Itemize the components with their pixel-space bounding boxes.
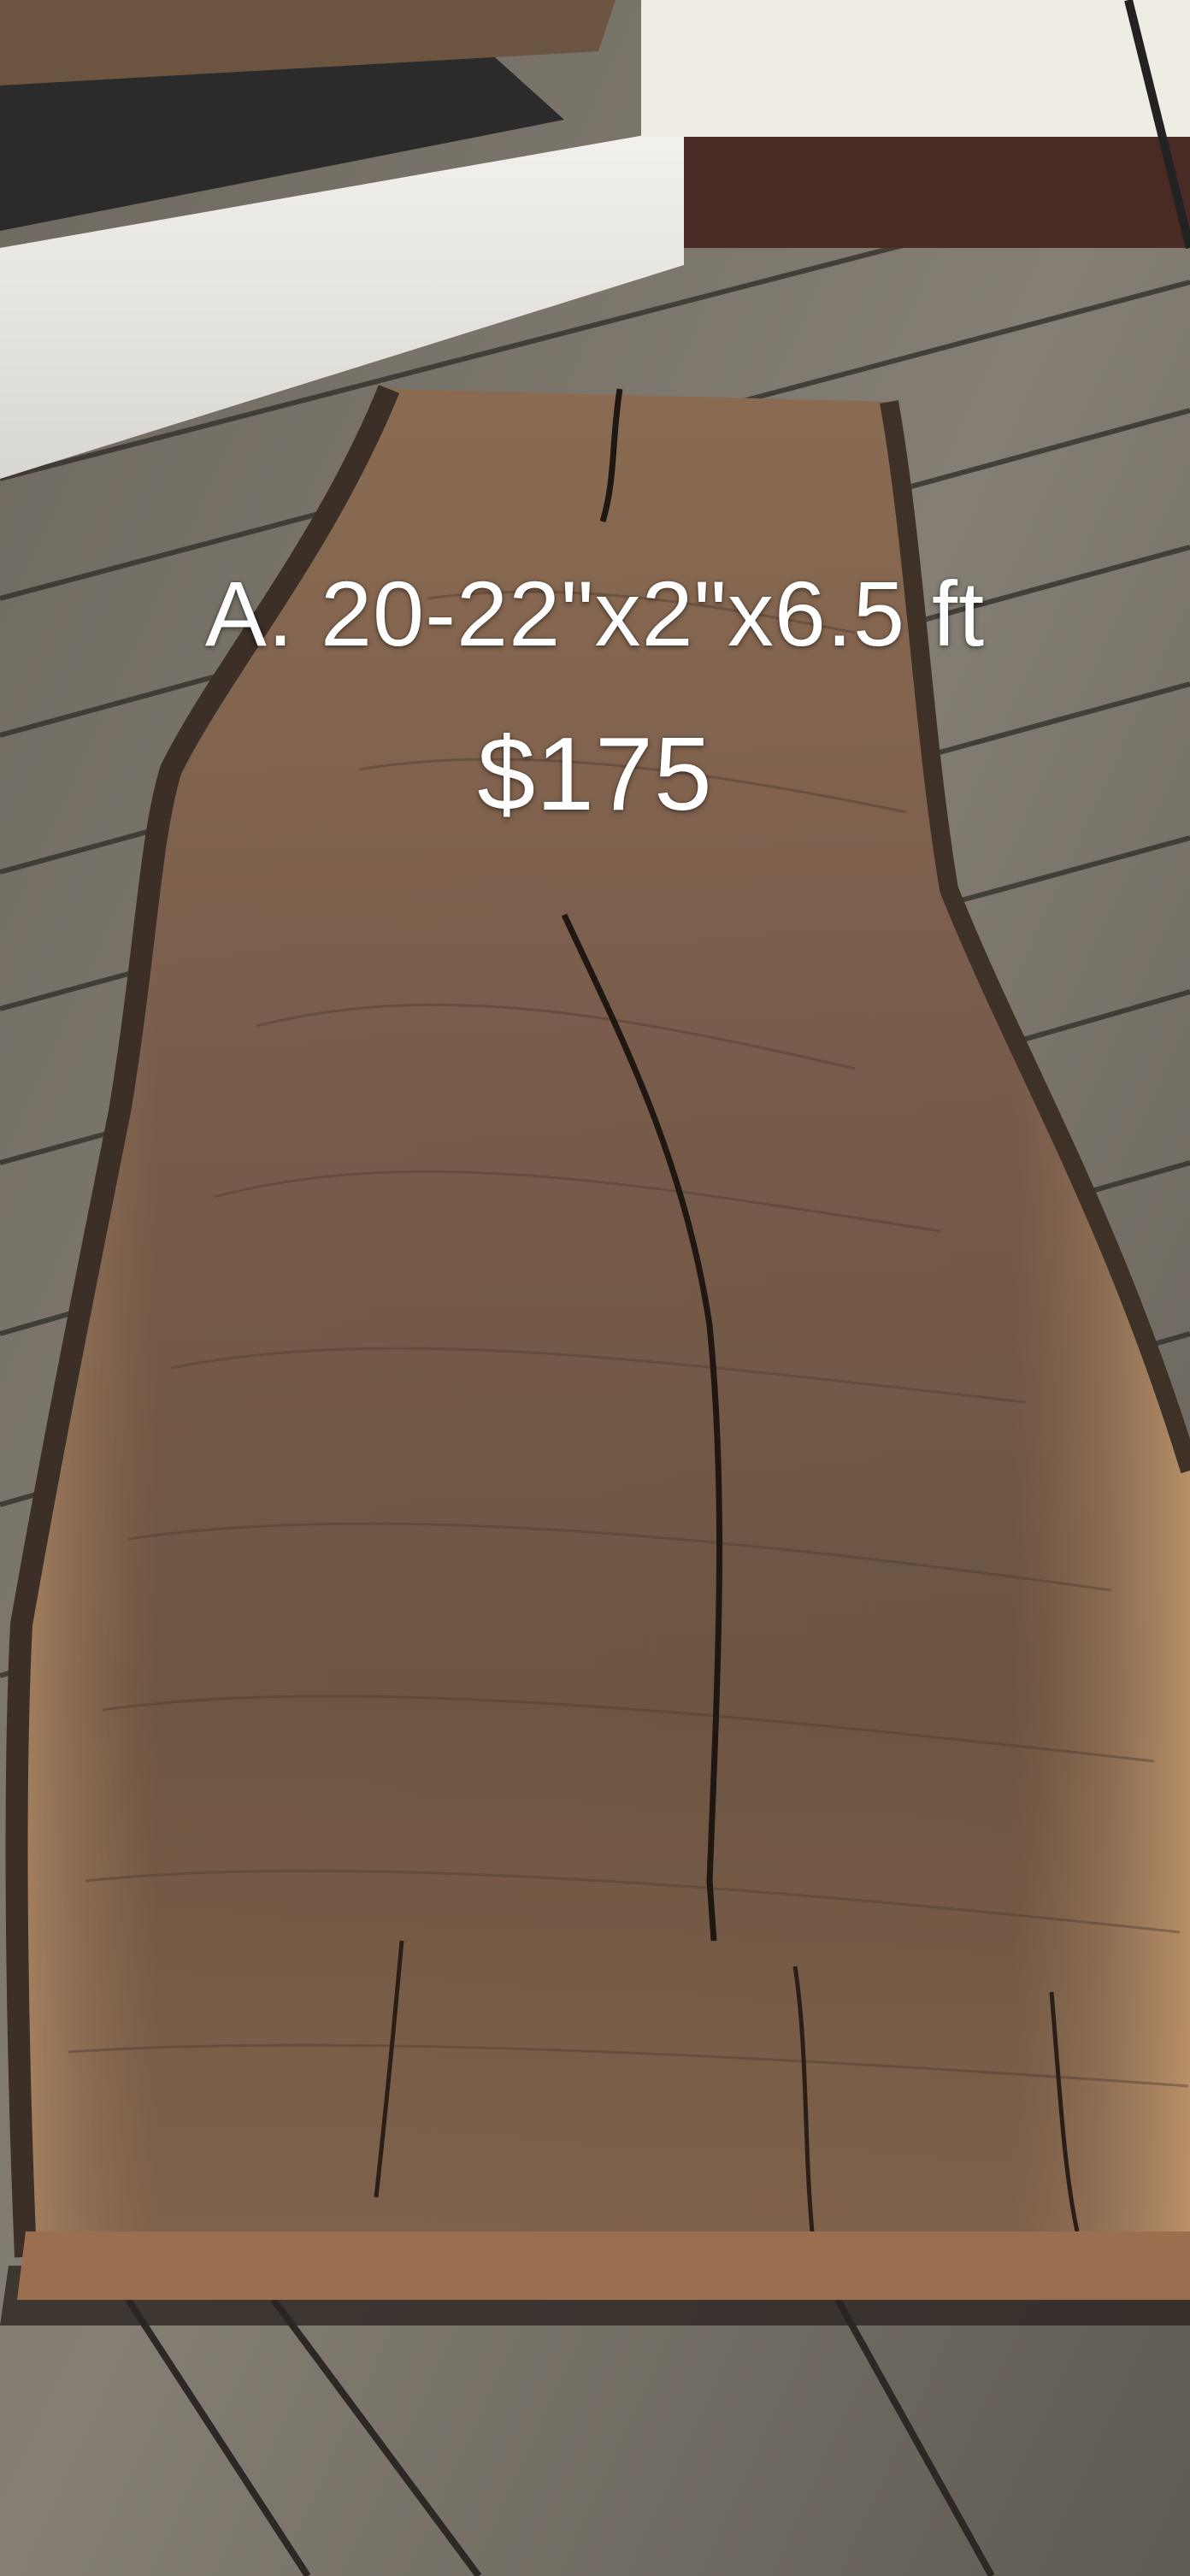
caption-price: $175 bbox=[477, 716, 713, 832]
siding-dark bbox=[684, 137, 1190, 248]
photo-scene: A. 20-22"x2"x6.5 ft $175 bbox=[0, 0, 1190, 2576]
caption-dimensions: A. 20-22"x2"x6.5 ft bbox=[204, 562, 986, 665]
door-frame bbox=[641, 0, 1190, 137]
wood-slab-photo bbox=[0, 0, 1190, 2576]
slab-end-face bbox=[17, 2231, 1190, 2300]
